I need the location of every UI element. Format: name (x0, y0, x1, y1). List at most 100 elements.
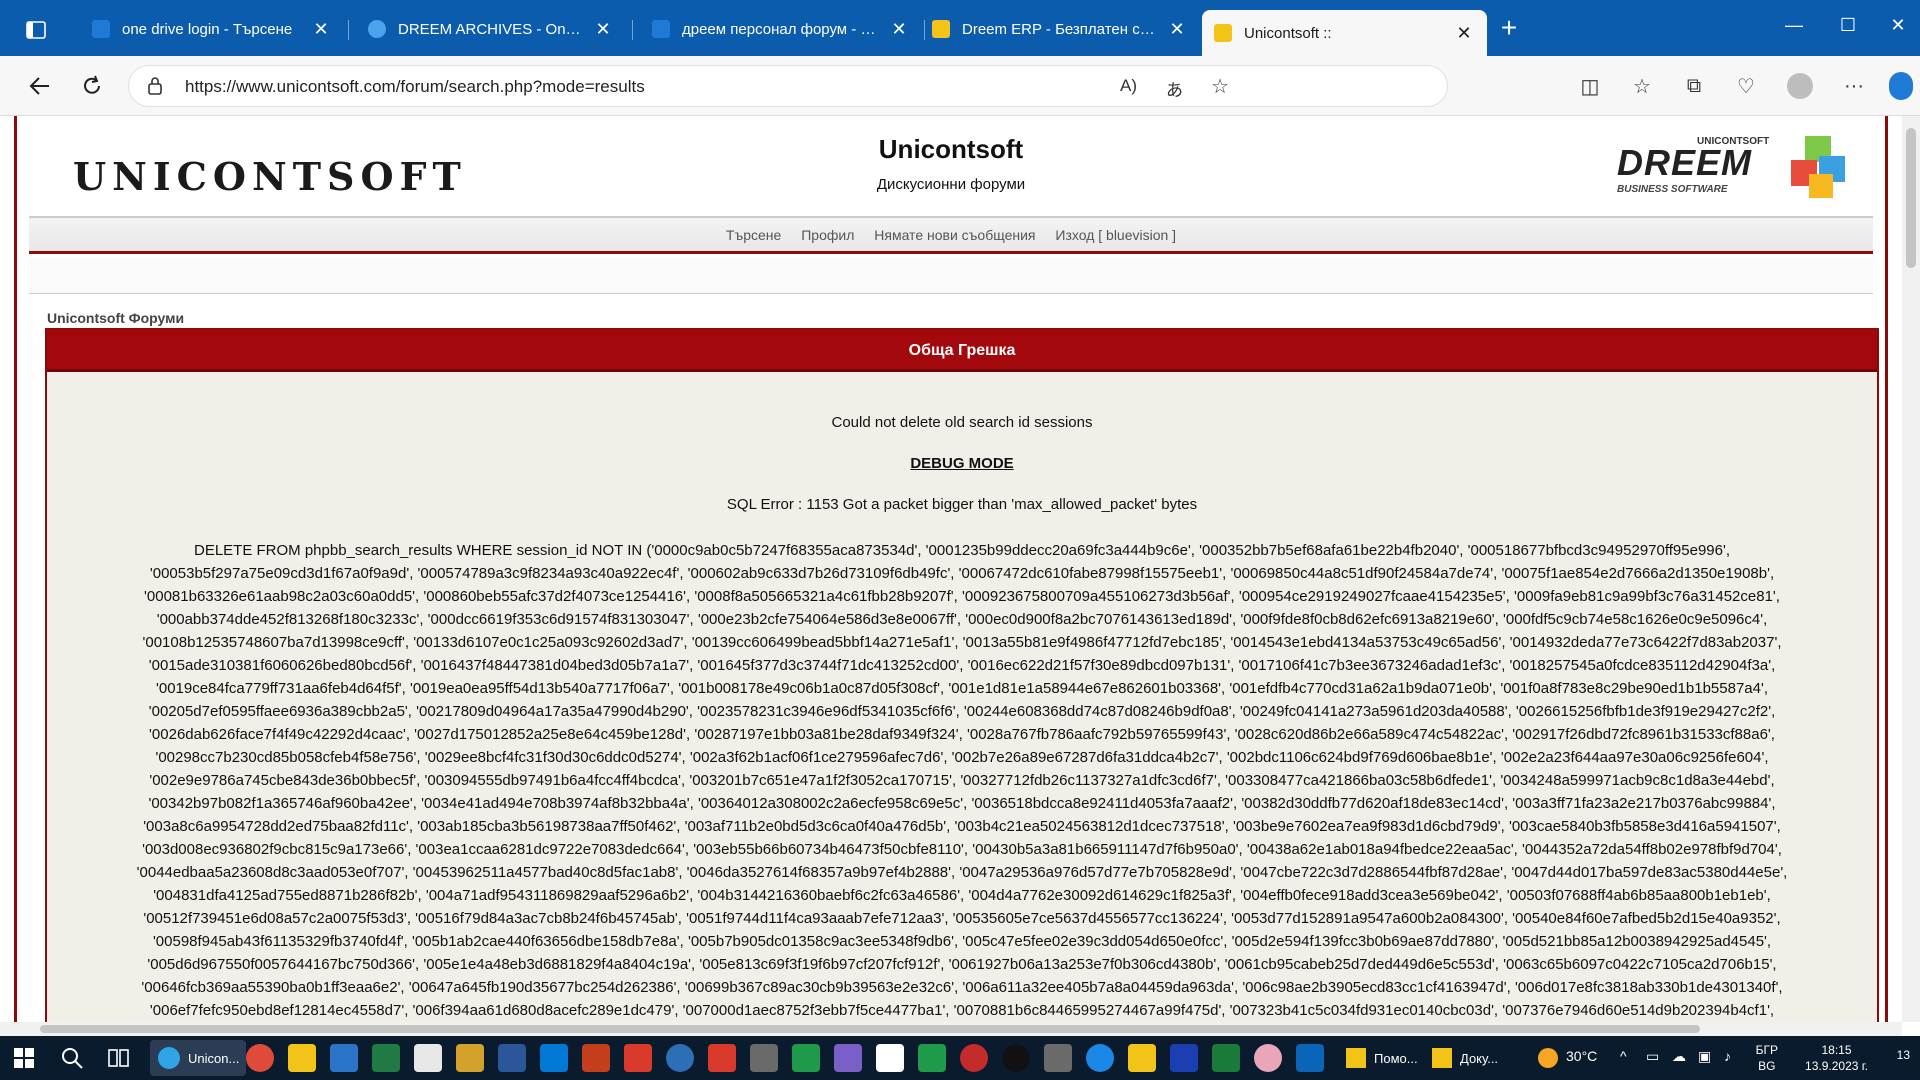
app-sheet-icon[interactable] (918, 1044, 946, 1072)
sql-line: '00205d7ef0595ffaee6936a389cbb2a5', '002… (148, 703, 1776, 720)
anydesk-icon[interactable] (708, 1044, 736, 1072)
word-icon[interactable] (498, 1044, 526, 1072)
outlook-icon[interactable] (1296, 1044, 1324, 1072)
error-panel: Обща Грешка Could not delete old search … (45, 328, 1879, 1022)
tab-actions-button[interactable] (14, 12, 58, 48)
powerpoint-icon[interactable] (582, 1044, 610, 1072)
site-title: Unicontsoft (878, 134, 1024, 164)
tab-0[interactable]: one drive login - Търсене ✕ (80, 10, 344, 48)
edge-icon (158, 1047, 180, 1069)
new-tab-button[interactable]: + (1494, 14, 1524, 44)
weather-sun-icon[interactable] (1538, 1048, 1558, 1068)
favorites-icon: ☆ (1633, 75, 1651, 98)
app-green-icon[interactable] (792, 1044, 820, 1072)
app-gold-icon[interactable] (456, 1044, 484, 1072)
browser-essentials-button[interactable]: ♡ (1730, 70, 1762, 102)
favorite-star-icon[interactable]: ☆ (1211, 74, 1229, 99)
profile-button[interactable] (1784, 70, 1816, 102)
tab-title: Dreem ERP - Безплатен складо (962, 20, 1160, 38)
close-tab-icon[interactable]: ✕ (592, 19, 614, 40)
taskbar-docs-app[interactable]: Доку... (1424, 1040, 1514, 1076)
horizontal-scrollbar[interactable] (0, 1022, 1902, 1036)
dreem-app-icon[interactable] (1128, 1044, 1156, 1072)
weather-text[interactable]: 30°C (1566, 1048, 1597, 1064)
excel-icon[interactable] (372, 1044, 400, 1072)
maximize-button[interactable]: ☐ (1828, 10, 1868, 40)
chevron-up-icon[interactable]: ^ (1620, 1048, 1627, 1064)
close-tab-icon[interactable]: ✕ (1166, 19, 1188, 40)
store-icon[interactable] (540, 1044, 568, 1072)
sql-line: '00512f739451e6d08a57c2a0075f53d3', '005… (143, 910, 1781, 927)
tab-title: one drive login - Търсене (122, 20, 293, 38)
chrome-icon[interactable] (246, 1044, 274, 1072)
acrobat-icon[interactable] (624, 1044, 652, 1072)
language-indicator[interactable]: БГР BG (1756, 1042, 1778, 1074)
search-icon[interactable] (60, 1046, 84, 1070)
tab-3[interactable]: Dreem ERP - Безплатен складо ✕ (920, 10, 1200, 48)
search-icon (652, 20, 670, 38)
forum-header: UNICONTSOFT Unicontsoft Дискусионни фору… (29, 116, 1873, 216)
split-screen-icon: ◫ (1580, 75, 1600, 98)
address-bar[interactable]: https://www.unicontsoft.com/forum/search… (128, 65, 1448, 107)
cloud-icon[interactable]: ☁ (1672, 1048, 1686, 1065)
taskbar-help-app[interactable]: Помо... (1338, 1040, 1420, 1076)
vertical-scrollbar[interactable] (1902, 116, 1920, 1022)
app-black-icon[interactable] (1002, 1044, 1030, 1072)
task-view-icon[interactable] (108, 1048, 130, 1068)
refresh-button[interactable] (76, 70, 108, 102)
start-icon[interactable] (14, 1048, 34, 1068)
scroll-thumb[interactable] (40, 1025, 1700, 1033)
app-v-icon[interactable] (414, 1044, 442, 1072)
tab-4-active[interactable]: Unicontsoft :: ✕ (1202, 10, 1487, 56)
clock[interactable]: 18:15 13.9.2023 г. (1805, 1042, 1868, 1074)
visual-studio-icon[interactable] (834, 1044, 862, 1072)
taskbar-edge-app[interactable]: Unicon... (150, 1040, 246, 1076)
file-explorer-icon[interactable] (288, 1044, 316, 1072)
app-circle-icon[interactable] (666, 1044, 694, 1072)
network-icon[interactable]: ▣ (1698, 1048, 1711, 1065)
app-money-icon[interactable] (1212, 1044, 1240, 1072)
app-grid-icon[interactable] (750, 1044, 778, 1072)
sql-line: '00081b63326e61aab98c2a03c60a0dd5', '000… (144, 588, 1780, 605)
close-window-button[interactable]: ✕ (1878, 10, 1918, 40)
nav-logout-link[interactable]: Изход [ bluevision ] (1055, 227, 1176, 243)
browser-tab-bar: one drive login - Търсене ✕ DREEM ARCHIV… (0, 0, 1920, 56)
close-tab-icon[interactable]: ✕ (1453, 23, 1475, 44)
tab-2[interactable]: дреем персонал форум - Търсе ✕ (640, 10, 922, 48)
minimize-button[interactable]: — (1774, 10, 1814, 40)
refresh-icon (84, 75, 100, 94)
tray-icon[interactable]: ▭ (1646, 1048, 1659, 1065)
breadcrumb[interactable]: Unicontsoft Форуми (47, 310, 184, 326)
collections-icon: ⧉ (1686, 74, 1702, 97)
favorites-button[interactable]: ☆ (1626, 70, 1658, 102)
split-screen-button[interactable]: ◫ (1574, 70, 1606, 102)
collections-button[interactable]: ⧉ (1678, 70, 1710, 102)
error-header: Обща Грешка (47, 330, 1877, 372)
copilot-button[interactable] (1886, 70, 1916, 102)
nav-messages-link[interactable]: Нямате нови съобщения (874, 227, 1035, 243)
app-pig-icon[interactable] (1254, 1044, 1282, 1072)
nav-profile-link[interactable]: Профил (801, 227, 854, 243)
app-blue-icon[interactable] (1170, 1044, 1198, 1072)
close-tab-icon[interactable]: ✕ (310, 19, 332, 40)
notifications-badge[interactable]: 13 (1897, 1048, 1910, 1062)
app-red-icon[interactable] (960, 1044, 988, 1072)
translate-icon[interactable]: あ (1166, 76, 1183, 101)
app-tools-icon[interactable] (1044, 1044, 1072, 1072)
volume-icon[interactable]: ♪ (1724, 1048, 1731, 1064)
tab-1[interactable]: DREEM ARCHIVES - OneDrive ✕ (356, 10, 626, 48)
nav-search-link[interactable]: Търсене (726, 227, 781, 243)
read-aloud-icon[interactable]: A) (1120, 76, 1137, 96)
app-document-icon[interactable] (876, 1044, 904, 1072)
dreem-logo[interactable]: UNICONTSOFT DREEM BUSINESS SOFTWARE (1617, 134, 1847, 206)
url-text[interactable]: https://www.unicontsoft.com/forum/search… (185, 77, 645, 97)
scroll-thumb[interactable] (1906, 128, 1916, 268)
back-button[interactable] (24, 70, 56, 102)
lock-icon[interactable] (147, 76, 163, 96)
close-tab-icon[interactable]: ✕ (888, 19, 910, 40)
settings-menu-button[interactable]: ··· (1838, 70, 1870, 102)
teamviewer-icon[interactable] (1086, 1044, 1114, 1072)
browser-toolbar: https://www.unicontsoft.com/forum/search… (0, 56, 1920, 116)
mail-icon[interactable] (330, 1044, 358, 1072)
error-body: Could not delete old search id sessions … (47, 372, 1877, 1022)
